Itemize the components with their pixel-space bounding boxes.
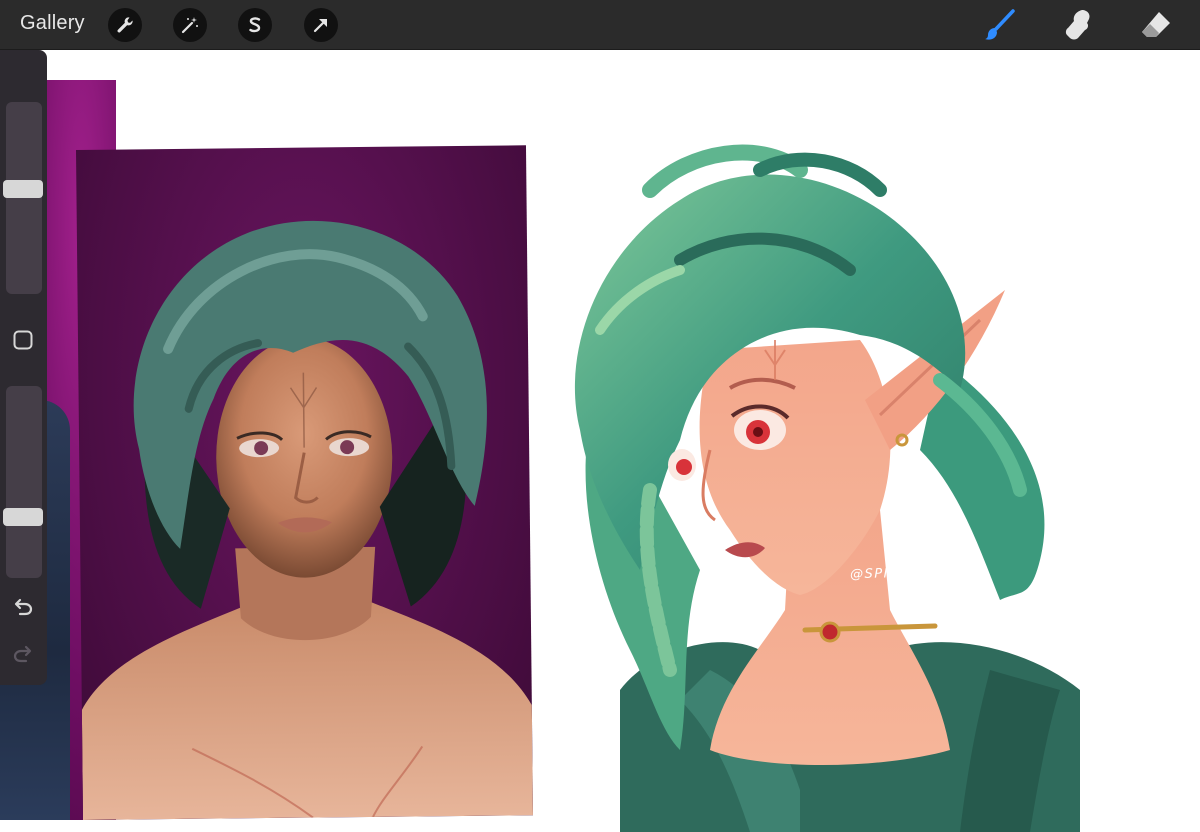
wrench-icon (117, 17, 133, 33)
magic-wand-icon (181, 17, 198, 34)
arrow-transform-icon (313, 19, 327, 33)
smudge-tool-button[interactable] (1060, 7, 1096, 43)
actions-button[interactable] (108, 8, 142, 42)
undo-button[interactable] (11, 595, 35, 619)
drawing-canvas[interactable]: @SPIRALVISUAL (0, 50, 1200, 832)
adjustments-button[interactable] (173, 8, 207, 42)
sidebar (0, 50, 47, 685)
eraser-icon (1142, 12, 1170, 37)
top-toolbar: Gallery (0, 0, 1200, 50)
redo-button[interactable] (11, 642, 35, 666)
eraser-tool-button[interactable] (1138, 7, 1174, 43)
artist-watermark: @SPIRALVISUAL (849, 564, 974, 583)
elf-painting (574, 144, 1080, 832)
brush-size-handle[interactable] (3, 180, 43, 199)
brush-tool-button[interactable] (982, 7, 1018, 43)
square-icon (13, 330, 33, 350)
opacity-handle[interactable] (3, 507, 43, 526)
selection-button[interactable] (238, 8, 272, 42)
smudge-icon (1065, 10, 1090, 40)
transform-button[interactable] (304, 8, 338, 42)
modify-button[interactable] (11, 328, 35, 352)
reference-photo-render (76, 145, 533, 820)
brush-icon (985, 9, 1015, 40)
render-portrait (81, 220, 533, 820)
selection-s-icon (249, 17, 261, 33)
gallery-button[interactable]: Gallery (20, 12, 85, 35)
undo-icon (14, 598, 33, 616)
opacity-slider[interactable] (6, 386, 42, 578)
redo-icon (13, 645, 32, 663)
